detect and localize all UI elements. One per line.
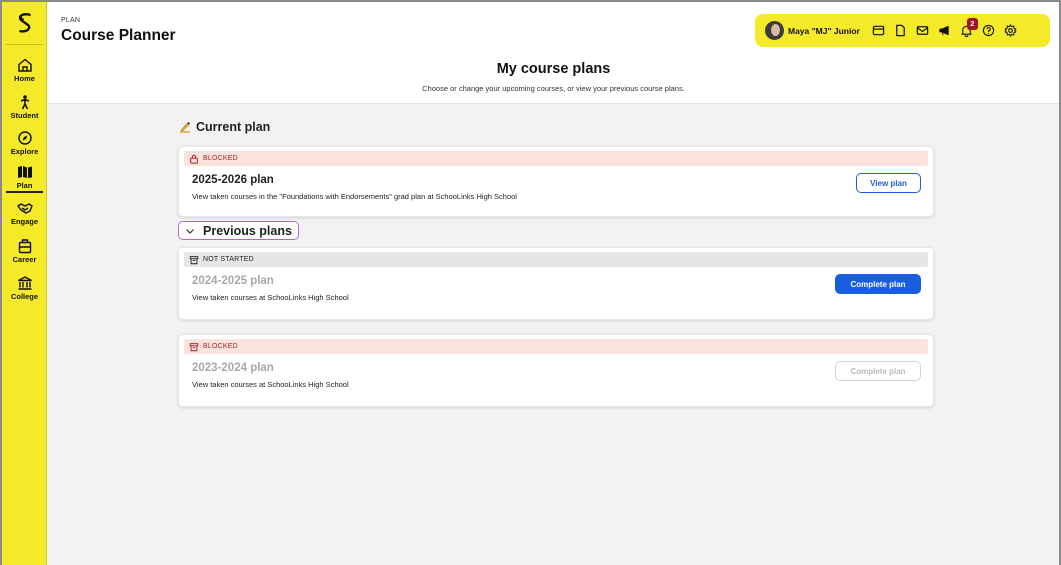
plan-description: View taken courses in the "Foundations w… [192, 192, 517, 201]
top-header: PLAN Course Planner Maya "MJ" Junior 2 [48, 2, 1059, 59]
logo-divider [6, 44, 43, 45]
archive-icon [189, 255, 199, 264]
complete-plan-button[interactable]: Complete plan [835, 274, 921, 294]
sidebar-item-label: College [10, 292, 39, 301]
current-plan-title: Current plan [196, 120, 271, 134]
view-plan-button[interactable]: View plan [856, 173, 921, 193]
sidebar-item-college[interactable]: College [2, 275, 47, 301]
sidebar-item-career[interactable]: Career [2, 238, 47, 264]
wallet-icon [873, 25, 885, 36]
status-label: BLOCKED [203, 343, 238, 350]
document-icon [896, 24, 906, 37]
sidebar-item-explore[interactable]: Explore [2, 130, 47, 156]
chevron-down-icon [186, 228, 194, 234]
status-badge: NOT STARTED [184, 252, 928, 267]
plan-name: 2023-2024 plan [192, 362, 274, 374]
briefcase-icon [18, 239, 31, 254]
messages-button[interactable] [912, 20, 934, 42]
sidebar-item-label: Explore [10, 147, 39, 156]
previous-plans-title: Previous plans [203, 223, 292, 238]
compass-icon [17, 131, 32, 145]
archive-icon [189, 342, 199, 351]
documents-button[interactable] [890, 20, 912, 42]
plan-card-2023-2024: BLOCKED 2023-2024 plan View taken course… [178, 334, 934, 407]
plan-name: 2025-2026 plan [192, 174, 274, 186]
sidebar-item-label: Student [10, 111, 39, 120]
status-label: NOT STARTED [203, 256, 254, 263]
sidebar-item-label: Engage [10, 217, 39, 226]
page-title: My course plans [496, 61, 611, 77]
page-header: My course plans Choose or change your up… [48, 59, 1059, 104]
sidebar-item-label: Home [14, 74, 35, 83]
home-icon [17, 58, 32, 72]
help-icon [983, 24, 995, 37]
plan-card-2024-2025: NOT STARTED 2024-2025 plan View taken co… [178, 247, 934, 320]
mail-icon [917, 26, 929, 35]
current-plan-heading: Current plan [178, 120, 270, 134]
status-badge: BLOCKED [184, 151, 928, 166]
status-label: BLOCKED [203, 155, 238, 162]
user-toolbar: Maya "MJ" Junior 2 [755, 14, 1050, 47]
announcements-button[interactable] [934, 20, 956, 42]
page-subtitle: Choose or change your upcoming courses, … [422, 84, 685, 93]
wallet-button[interactable] [868, 20, 890, 42]
complete-plan-button-disabled[interactable]: Complete plan [835, 361, 921, 381]
college-icon [17, 276, 32, 290]
app-window: Home Student Explore Plan Engage Career … [2, 2, 1059, 565]
sidebar: Home Student Explore Plan Engage Career … [2, 2, 47, 565]
status-badge: BLOCKED [184, 339, 928, 354]
plan-description: View taken courses at SchooLinks High Sc… [192, 380, 349, 389]
sidebar-item-label: Career [12, 255, 37, 264]
settings-button[interactable] [1000, 20, 1022, 42]
help-button[interactable] [978, 20, 1000, 42]
avatar[interactable] [765, 21, 784, 40]
plan-description: View taken courses at SchooLinks High Sc… [192, 293, 349, 302]
writing-hand-icon [180, 122, 190, 133]
active-nav-divider [6, 191, 43, 193]
settings-icon [1004, 24, 1017, 37]
app-title: Course Planner [61, 27, 176, 44]
sidebar-item-engage[interactable]: Engage [2, 200, 47, 226]
plan-name: 2024-2025 plan [192, 275, 274, 287]
breadcrumb: PLAN [61, 17, 81, 24]
notifications-button[interactable]: 2 [956, 17, 978, 42]
sidebar-item-student[interactable]: Student [2, 94, 47, 120]
sidebar-item-label: Plan [16, 181, 33, 190]
plan-card-2025-2026: BLOCKED 2025-2026 plan View taken course… [178, 146, 934, 217]
notification-count-badge: 2 [966, 17, 978, 30]
sidebar-item-home[interactable]: Home [2, 57, 47, 83]
user-name[interactable]: Maya "MJ" Junior [788, 26, 860, 36]
megaphone-icon [939, 25, 950, 36]
map-icon [17, 166, 32, 178]
logo-icon [18, 13, 31, 33]
handshake-icon [16, 203, 33, 214]
sidebar-item-plan[interactable]: Plan [2, 164, 47, 190]
student-icon [20, 95, 29, 110]
lock-icon [190, 154, 198, 164]
previous-plans-toggle[interactable]: Previous plans [178, 221, 299, 240]
schoolinks-logo[interactable] [10, 8, 40, 38]
